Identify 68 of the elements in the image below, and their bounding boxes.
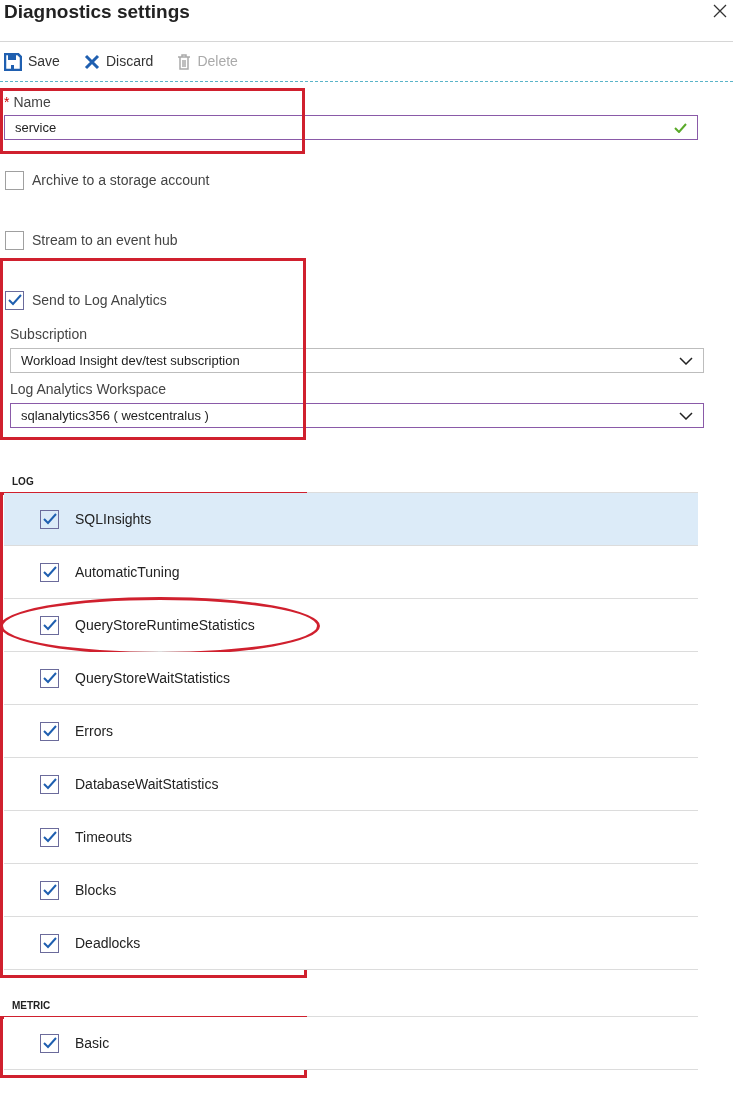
chevron-down-icon [679, 411, 693, 420]
checkbox[interactable] [40, 721, 59, 741]
checkbox[interactable] [40, 933, 59, 953]
list-row[interactable]: Timeouts [4, 811, 698, 864]
row-label: AutomaticTuning [75, 562, 180, 582]
checkmark-icon [42, 778, 57, 790]
list-row[interactable]: Errors [4, 705, 698, 758]
trash-icon [177, 53, 192, 70]
list-row[interactable]: Basic [4, 1017, 698, 1070]
checkmark-icon [42, 513, 57, 525]
row-label: DatabaseWaitStatistics [75, 774, 219, 794]
close-icon[interactable] [713, 4, 727, 18]
list-row[interactable]: Deadlocks [4, 917, 698, 970]
row-label: Basic [75, 1033, 110, 1053]
field-label: Subscription [10, 325, 89, 344]
row-label: Deadlocks [75, 933, 141, 953]
chevron-down-icon [679, 356, 693, 365]
list-row[interactable]: Blocks [4, 864, 698, 917]
row-label: Timeouts [75, 827, 133, 847]
checkbox-label: Stream to an event hub [32, 230, 178, 250]
row-label: Blocks [75, 880, 117, 900]
checkbox[interactable] [40, 615, 59, 635]
checkmark-icon [42, 672, 57, 684]
toolbar-save-button[interactable]: Save [4, 51, 60, 72]
checkmark-icon [42, 1037, 57, 1049]
checkmark-icon [42, 725, 57, 737]
section-heading: METRIC [11, 998, 52, 1013]
row-label: Errors [75, 721, 114, 741]
name-input-field[interactable]: service [4, 115, 698, 140]
checkbox[interactable] [40, 1033, 59, 1053]
checkmark-icon [7, 294, 22, 306]
row-label: SQLInsights [75, 509, 152, 529]
list-row[interactable]: QueryStoreWaitStatistics [4, 652, 698, 705]
row-label: QueryStoreWaitStatistics [75, 668, 231, 688]
field-label: Name [13, 92, 51, 112]
close-icon [83, 53, 100, 70]
checkbox[interactable] [40, 562, 59, 582]
checkmark-icon [42, 566, 57, 578]
row-label: QueryStoreRuntimeStatistics [75, 615, 255, 635]
list-row[interactable]: QueryStoreRuntimeStatistics [4, 599, 698, 652]
checkbox[interactable] [5, 230, 24, 250]
checkbox[interactable] [40, 668, 59, 688]
required-asterisk: * [4, 92, 10, 112]
checkbox[interactable] [40, 827, 59, 847]
toolbar-discard-button[interactable]: Discard [83, 51, 154, 72]
window-title: Diagnostics settings [4, 0, 190, 24]
dropdown[interactable]: Workload Insight dev/test subscription [10, 348, 704, 373]
dropdown-value: sqlanalytics356 ( westcentralus ) [21, 406, 209, 425]
field-value: service [15, 118, 57, 137]
checkbox-label: Archive to a storage account [32, 170, 210, 190]
checkbox[interactable] [40, 509, 59, 529]
checkmark-icon [42, 831, 57, 843]
list-row[interactable]: DatabaseWaitStatistics [4, 758, 698, 811]
checkbox[interactable] [5, 290, 24, 310]
checkmark-icon [42, 884, 57, 896]
checkbox[interactable] [40, 774, 59, 794]
checkbox-label: Send to Log Analytics [32, 290, 167, 310]
field-label: Log Analytics Workspace [10, 380, 168, 399]
save-icon [4, 52, 22, 71]
checkbox[interactable] [5, 170, 24, 190]
list-row[interactable]: SQLInsights [4, 493, 698, 546]
section-heading: LOG [11, 474, 35, 489]
checkmark-icon [42, 937, 57, 949]
dropdown-value: Workload Insight dev/test subscription [21, 351, 240, 370]
list-row[interactable]: AutomaticTuning [4, 546, 698, 599]
checkbox[interactable] [40, 880, 59, 900]
dropdown[interactable]: sqlanalytics356 ( westcentralus ) [10, 403, 704, 428]
checkmark-icon [42, 619, 57, 631]
